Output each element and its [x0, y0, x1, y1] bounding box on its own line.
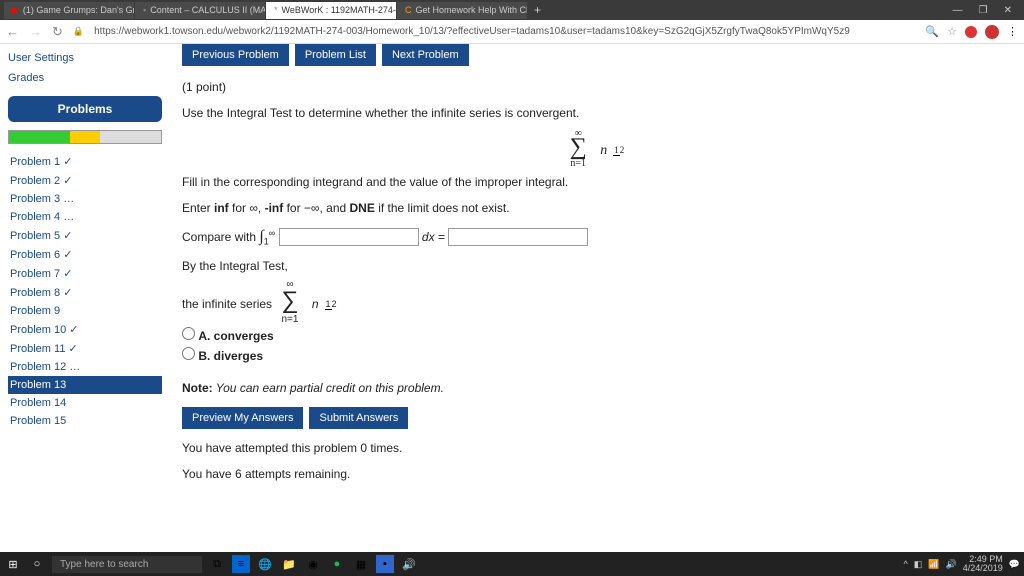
- note-text: Note: You can earn partial credit on thi…: [182, 381, 1012, 395]
- browser-tab[interactable]: ▶(1) Game Grumps: Dan's Gr×: [4, 2, 134, 19]
- extension-icon[interactable]: [965, 26, 977, 38]
- app2-icon[interactable]: ▪: [376, 555, 394, 573]
- bookmark-icon[interactable]: ☆: [947, 25, 957, 38]
- volume-icon[interactable]: 🔊: [400, 555, 418, 573]
- start-button[interactable]: ⊞: [4, 555, 22, 573]
- taskbar: ⊞ ○ Type here to search ⧉ ≡ 🌐 📁 ◉ ● ▦ ▪ …: [0, 552, 1024, 576]
- points-label: (1 point): [182, 80, 1012, 94]
- problem-link[interactable]: Problem 4 …: [8, 208, 162, 226]
- steam-icon[interactable]: ◉: [304, 555, 322, 573]
- by-test-text: By the Integral Test,: [182, 257, 1012, 275]
- lock-icon: 🔒: [73, 26, 84, 37]
- problem-link[interactable]: Problem 14: [8, 394, 162, 412]
- problem-link[interactable]: Problem 2 ✓: [8, 171, 162, 190]
- browser-tab[interactable]: CGet Homework Help With Chegg×: [397, 2, 527, 19]
- reload-button[interactable]: ↻: [52, 24, 63, 40]
- preview-answers-button[interactable]: Preview My Answers: [182, 407, 303, 429]
- notifications-icon[interactable]: 💬: [1009, 559, 1020, 570]
- problem-list-button[interactable]: Problem List: [295, 44, 376, 66]
- tray-wifi-icon[interactable]: 📶: [928, 559, 939, 570]
- enter-text: Enter inf for ∞, -inf for −∞, and DNE if…: [182, 199, 1012, 217]
- remaining-text: You have 6 attempts remaining.: [182, 465, 1012, 483]
- url-text[interactable]: https://webwork1.towson.edu/webwork2/119…: [94, 26, 915, 37]
- new-tab-button[interactable]: +: [528, 3, 547, 17]
- address-bar: ← → ↻ 🔒 https://webwork1.towson.edu/webw…: [0, 20, 1024, 44]
- problem-link[interactable]: Problem 11 ✓: [8, 339, 162, 358]
- progress-bar: [8, 130, 162, 144]
- instruction-text: Use the Integral Test to determine wheth…: [182, 104, 1012, 122]
- submit-answers-button[interactable]: Submit Answers: [309, 407, 408, 429]
- problem-list: Problem 1 ✓Problem 2 ✓Problem 3 …Problem…: [8, 152, 162, 430]
- user-settings-link[interactable]: User Settings: [8, 48, 162, 68]
- folder-icon[interactable]: 📁: [280, 555, 298, 573]
- taskbar-search[interactable]: Type here to search: [52, 556, 202, 573]
- series-row: the infinite series ∞∑n=1 n12: [182, 283, 1012, 319]
- chrome-icon[interactable]: 🌐: [256, 555, 274, 573]
- problem-link[interactable]: Problem 15: [8, 412, 162, 430]
- problem-link[interactable]: Problem 1 ✓: [8, 152, 162, 171]
- forward-button[interactable]: →: [29, 24, 42, 39]
- menu-icon[interactable]: ⋮: [1007, 25, 1018, 38]
- problem-link[interactable]: Problem 8 ✓: [8, 283, 162, 302]
- problem-link[interactable]: Problem 9: [8, 302, 162, 320]
- problem-link[interactable]: Problem 10 ✓: [8, 320, 162, 339]
- compare-row: Compare with ∫1∞ dx =: [182, 225, 1012, 249]
- integrand-input[interactable]: [279, 228, 419, 246]
- sidebar: User Settings Grades Problems Problem 1 …: [0, 44, 170, 556]
- tray-vol-icon[interactable]: 🔊: [946, 559, 957, 570]
- problem-link[interactable]: Problem 13: [8, 376, 162, 394]
- app-icon[interactable]: ≡: [232, 555, 250, 573]
- option-b-radio[interactable]: [182, 347, 195, 360]
- fill-text: Fill in the corresponding integrand and …: [182, 173, 1012, 191]
- problem-link[interactable]: Problem 3 …: [8, 190, 162, 208]
- series-formula: ∞∑n=1 n12: [182, 134, 1012, 161]
- problem-main: Previous Problem Problem List Next Probl…: [170, 44, 1024, 556]
- search-icon[interactable]: 🔍: [925, 25, 939, 38]
- tray-up-icon[interactable]: ^: [904, 559, 908, 569]
- problems-header: Problems: [8, 96, 162, 122]
- next-problem-button[interactable]: Next Problem: [382, 44, 469, 66]
- browser-tab[interactable]: *WeBWorK : 1192MATH-274-003×: [266, 2, 396, 19]
- spotify-icon[interactable]: ●: [328, 555, 346, 573]
- previous-problem-button[interactable]: Previous Problem: [182, 44, 289, 66]
- problem-link[interactable]: Problem 5 ✓: [8, 226, 162, 245]
- task-view-icon[interactable]: ⧉: [208, 555, 226, 573]
- back-button[interactable]: ←: [6, 24, 19, 39]
- maximize-button[interactable]: ❐: [979, 5, 988, 16]
- browser-tab[interactable]: ▪Content – CALCULUS II (MATH27×: [135, 2, 265, 19]
- browser-tab-strip: ▶(1) Game Grumps: Dan's Gr×▪Content – CA…: [0, 0, 1024, 20]
- calc-icon[interactable]: ▦: [352, 555, 370, 573]
- minimize-button[interactable]: —: [953, 5, 963, 16]
- problem-link[interactable]: Problem 6 ✓: [8, 245, 162, 264]
- integral-value-input[interactable]: [448, 228, 588, 246]
- tray-net-icon[interactable]: ◧: [914, 559, 923, 570]
- cortana-icon[interactable]: ○: [28, 555, 46, 573]
- grades-link[interactable]: Grades: [8, 68, 162, 88]
- close-button[interactable]: ✕: [1004, 5, 1012, 16]
- problem-link[interactable]: Problem 7 ✓: [8, 264, 162, 283]
- profile-avatar[interactable]: [985, 25, 999, 39]
- problem-link[interactable]: Problem 12 …: [8, 358, 162, 376]
- option-a-radio[interactable]: [182, 327, 195, 340]
- attempts-text: You have attempted this problem 0 times.: [182, 439, 1012, 457]
- clock[interactable]: 2:49 PM4/24/2019: [963, 555, 1003, 573]
